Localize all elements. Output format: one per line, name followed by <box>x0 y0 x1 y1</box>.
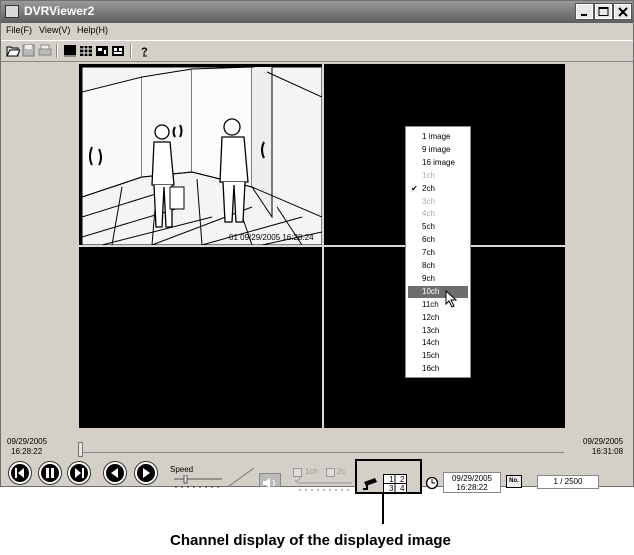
channel-grid-lines <box>384 475 406 492</box>
menu-item-12ch[interactable]: 12ch <box>408 312 468 324</box>
menu-bar: File(F) View(V) Help(H) <box>1 23 633 39</box>
annotation-line <box>382 494 384 524</box>
figure-caption: Channel display of the displayed image <box>170 532 451 549</box>
audio-ch2-checkbox[interactable] <box>326 468 335 477</box>
close-button[interactable] <box>613 3 632 20</box>
menu-file[interactable]: File(F) <box>6 25 32 35</box>
end-date: 09/29/2005 16:31:08 <box>583 437 624 456</box>
audio-ch1-checkbox[interactable] <box>293 468 302 483</box>
volume-slider[interactable] <box>298 480 354 492</box>
menu-item-6ch[interactable]: 6ch <box>408 234 468 246</box>
menu-item-label: 2ch <box>422 183 435 193</box>
toolbar: ? <box>1 40 633 62</box>
menu-item-1-image[interactable]: 1 image <box>408 131 468 143</box>
menu-item-15ch[interactable]: 15ch <box>408 350 468 362</box>
open-folder-icon[interactable] <box>6 44 20 57</box>
speaker-icon <box>263 478 275 488</box>
frame-number-icon: No. <box>506 475 522 488</box>
timeline-slider[interactable] <box>78 442 83 457</box>
menu-view[interactable]: View(V) <box>39 25 70 35</box>
menu-item-2ch[interactable]: ✔ 2ch <box>408 183 468 195</box>
frame-counter: 1 / 2500 <box>537 475 599 489</box>
app-icon <box>5 5 19 18</box>
menu-item-1ch: 1ch <box>422 170 435 180</box>
toolbar-separator <box>56 44 58 58</box>
menu-item-4ch: 4ch <box>422 209 435 219</box>
menu-item-7ch[interactable]: 7ch <box>408 247 468 259</box>
menu-item-16ch[interactable]: 16ch <box>408 363 468 375</box>
audio-button[interactable] <box>259 473 281 488</box>
divider-slash <box>229 467 255 487</box>
checkmark-icon: ✔ <box>411 183 418 193</box>
menu-help[interactable]: Help(H) <box>77 25 108 35</box>
pause-button[interactable] <box>38 461 62 485</box>
title-bar: DVRViewer2 <box>1 1 633 23</box>
start-date: 09/29/2005 16:28:22 <box>7 437 48 456</box>
menu-item-9ch[interactable]: 9ch <box>408 273 468 285</box>
speed-label: Speed <box>170 465 194 474</box>
channel-context-menu: 1 image 9 image 16 image 1ch ✔ 2ch 3ch 4ch 5ch 6c… <box>405 126 471 378</box>
menu-item-8ch[interactable]: 8ch <box>408 260 468 272</box>
camera-icon <box>363 478 377 490</box>
channel-grid: 1 2 3 4 <box>383 474 407 493</box>
camera-image <box>81 64 323 246</box>
help-icon[interactable]: ? <box>138 44 152 57</box>
nine-view-icon[interactable] <box>79 44 93 57</box>
mouse-cursor-icon <box>445 290 458 308</box>
print-icon[interactable] <box>38 44 52 57</box>
rewind-button[interactable] <box>8 461 32 485</box>
current-datetime: 09/29/2005 16:28:22 <box>443 472 501 493</box>
menu-item-5ch[interactable]: 5ch <box>408 221 468 233</box>
audio-ch1-label: 1ch <box>305 467 318 476</box>
toolbar-separator <box>130 44 132 58</box>
grid-divider-horizontal <box>79 245 565 247</box>
maximize-button[interactable] <box>594 3 613 20</box>
svg-text:?: ? <box>141 46 148 57</box>
menu-item-10ch[interactable]: 10ch <box>408 285 468 298</box>
audio-ch2-label: 2c <box>337 467 346 476</box>
multi-channel-icon[interactable] <box>111 44 125 57</box>
single-view-icon[interactable] <box>63 44 77 57</box>
channel-view-icon[interactable] <box>95 44 109 57</box>
timeline-track[interactable] <box>80 452 564 453</box>
fast-forward-button[interactable] <box>67 461 91 485</box>
clock-icon <box>425 476 439 490</box>
play-button[interactable] <box>134 461 158 485</box>
speed-slider[interactable] <box>174 475 224 489</box>
minimize-button[interactable] <box>575 3 594 20</box>
menu-item-14ch[interactable]: 14ch <box>408 337 468 349</box>
menu-item-16-image[interactable]: 16 image <box>408 157 468 169</box>
menu-item-3ch: 3ch <box>422 196 435 206</box>
play-reverse-button[interactable] <box>103 461 127 485</box>
window-title: DVRViewer2 <box>24 4 95 18</box>
camera-timestamp: 01 09/29/2005 16:28:24 <box>229 233 314 242</box>
menu-item-11ch[interactable]: 11ch <box>408 299 468 311</box>
menu-item-13ch[interactable]: 13ch <box>408 325 468 337</box>
menu-item-9-image[interactable]: 9 image <box>408 144 468 156</box>
save-icon[interactable] <box>22 44 36 57</box>
